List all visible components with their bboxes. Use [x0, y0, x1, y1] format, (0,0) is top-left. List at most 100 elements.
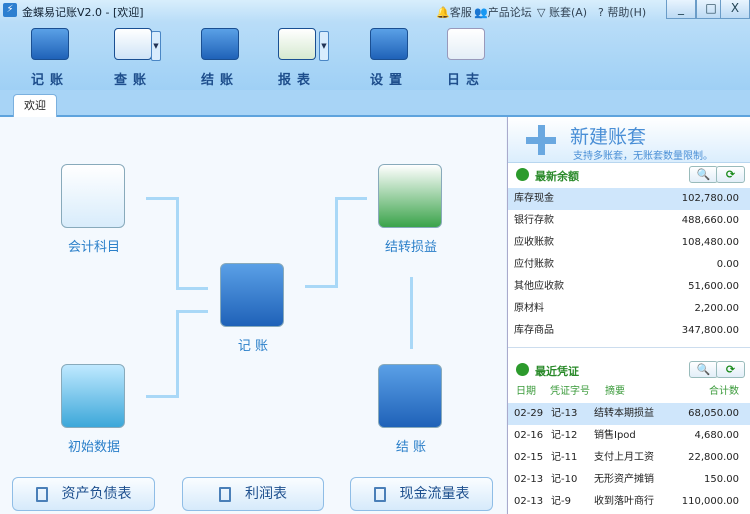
toolbar-label: 报表	[277, 73, 316, 88]
minimize-button[interactable]: _	[666, 0, 696, 19]
voucher-date: 02-13	[514, 474, 544, 485]
voucher-no: 记-13	[551, 408, 578, 419]
window-title: 金蝶易记账V2.0 - [欢迎]	[22, 6, 144, 19]
node-init[interactable]: 初始数据	[61, 364, 127, 455]
account-name: 应收账款	[514, 237, 554, 248]
plus-icon	[526, 125, 556, 155]
voucher-row[interactable]: 02-15 记-11 支付上月工资 22,800.00	[508, 447, 750, 469]
node-label: 初始数据	[67, 440, 120, 455]
button-label: 现金流量表	[399, 486, 470, 502]
col-date: 日期	[516, 386, 536, 397]
balance-sheet-button[interactable]: 资产负债表	[12, 477, 155, 511]
customer-service-link[interactable]: 🔔客服	[436, 4, 472, 20]
reports-dropdown[interactable]: ▼	[319, 31, 329, 61]
voucher-row[interactable]: 02-13 记-9 收到落叶商行 110,000.00	[508, 491, 750, 513]
voucher-total: 4,680.00	[694, 430, 739, 441]
voucher-total: 68,050.00	[688, 408, 739, 419]
account-amount: 102,780.00	[681, 193, 739, 204]
account-name: 库存商品	[514, 325, 554, 336]
voucher-total: 150.00	[704, 474, 739, 485]
account-amount: 347,800.00	[681, 325, 739, 336]
connector	[410, 277, 413, 349]
voucher-row[interactable]: 02-13 记-10 无形资产摊销 150.00	[508, 469, 750, 491]
voucher-summary: 无形资产摊销	[594, 474, 654, 485]
voucher-row[interactable]: 02-29 记-13 结转本期损益 68,050.00	[508, 403, 750, 425]
log-list-icon	[447, 28, 485, 60]
balance-row[interactable]: 其他应收款 51,600.00	[508, 276, 750, 298]
connector	[305, 285, 337, 288]
balance-row[interactable]: 银行存款 488,660.00	[508, 210, 750, 232]
voucher-no: 记-9	[551, 496, 571, 507]
balance-row[interactable]: 库存商品 347,800.00	[508, 320, 750, 342]
forum-link[interactable]: 👥产品论坛	[474, 4, 532, 20]
account-name: 银行存款	[514, 215, 554, 226]
income-statement-button[interactable]: 利润表	[182, 477, 324, 511]
chart-icon	[378, 164, 442, 228]
close-button[interactable]: X	[720, 0, 750, 19]
document-icon	[35, 486, 48, 502]
spreadsheet-icon	[61, 164, 125, 228]
account-amount: 108,480.00	[681, 237, 739, 248]
col-total: 合计数	[709, 386, 739, 397]
account-menu[interactable]: ▽ 账套(A)	[537, 4, 587, 20]
section-bullet-icon	[516, 168, 529, 181]
search-icon[interactable]: 🔍	[689, 166, 718, 183]
toolbar-log[interactable]: 日志	[431, 28, 501, 88]
title-bar: ⚡ 金蝶易记账V2.0 - [欢迎] 🔔客服 👥产品论坛 ▽ 账套(A) ? 帮…	[0, 0, 750, 22]
toolbar-settings[interactable]: 设置	[354, 28, 424, 88]
tab-welcome[interactable]: 欢迎	[13, 94, 57, 118]
node-entry[interactable]: 记 账	[220, 263, 286, 354]
voucher-no: 记-11	[551, 452, 578, 463]
ledger-pen-icon	[220, 263, 284, 327]
node-transfer[interactable]: 结转损益	[378, 164, 444, 255]
query-dropdown[interactable]: ▼	[151, 31, 161, 61]
voucher-no: 记-12	[551, 430, 578, 441]
toolbar-label: 设置	[369, 73, 408, 88]
node-accounts[interactable]: 会计科目	[61, 164, 127, 255]
balance-row[interactable]: 应付账款 0.00	[508, 254, 750, 276]
account-amount: 51,600.00	[688, 281, 739, 292]
button-label: 利润表	[245, 486, 287, 502]
calendar-icon	[378, 364, 442, 428]
voucher-summary: 收到落叶商行	[594, 496, 654, 507]
calendar-icon	[201, 28, 239, 60]
toolbar-close[interactable]: 结账	[185, 28, 255, 88]
document-icon	[373, 486, 386, 502]
col-summary: 摘要	[605, 386, 625, 397]
toolbar-entry[interactable]: 记账	[15, 28, 85, 88]
balance-row[interactable]: 库存现金 102,780.00	[508, 188, 750, 210]
search-icon[interactable]: 🔍	[689, 361, 718, 378]
account-name: 应付账款	[514, 259, 554, 270]
magnifier-icon	[114, 28, 152, 60]
section-bullet-icon	[516, 363, 529, 376]
account-name: 原材料	[514, 303, 544, 314]
toolbar: 记账 查账 ▼ 结账 报表 ▼ 设置 日志	[0, 22, 750, 90]
node-close[interactable]: 结 账	[378, 364, 444, 455]
gear-icon	[370, 28, 408, 60]
new-account-subtitle: 支持多账套，无账套数量限制。	[573, 151, 713, 162]
refresh-icon[interactable]: ⟳	[716, 166, 745, 183]
forum-label: 产品论坛	[487, 6, 532, 19]
chart-icon	[278, 28, 316, 60]
help-menu[interactable]: ? 帮助(H)	[598, 4, 646, 20]
service-label: 客服	[449, 6, 472, 19]
balance-row[interactable]: 原材料 2,200.00	[508, 298, 750, 320]
balance-row[interactable]: 应收账款 108,480.00	[508, 232, 750, 254]
connector	[335, 197, 367, 200]
vouchers-header: 最近凭证 🔍 ⟳	[508, 359, 750, 381]
node-label: 会计科目	[67, 240, 120, 255]
node-label: 结转损益	[384, 240, 437, 255]
account-amount: 0.00	[716, 259, 739, 270]
account-amount: 488,660.00	[681, 215, 739, 226]
toolbar-label: 结账	[200, 73, 239, 88]
new-account-button[interactable]: 新建账套 支持多账套，无账套数量限制。	[508, 117, 750, 163]
balances-header: 最新余额 🔍 ⟳	[508, 164, 750, 186]
cash-flow-button[interactable]: 现金流量表	[350, 477, 493, 511]
divider	[508, 347, 750, 348]
voucher-row[interactable]: 02-16 记-12 销售Ipod 4,680.00	[508, 425, 750, 447]
voucher-date: 02-15	[514, 452, 544, 463]
new-account-title: 新建账套	[570, 126, 647, 148]
section-title: 最近凭证	[535, 365, 579, 378]
voucher-summary: 销售Ipod	[594, 430, 636, 441]
refresh-icon[interactable]: ⟳	[716, 361, 745, 378]
